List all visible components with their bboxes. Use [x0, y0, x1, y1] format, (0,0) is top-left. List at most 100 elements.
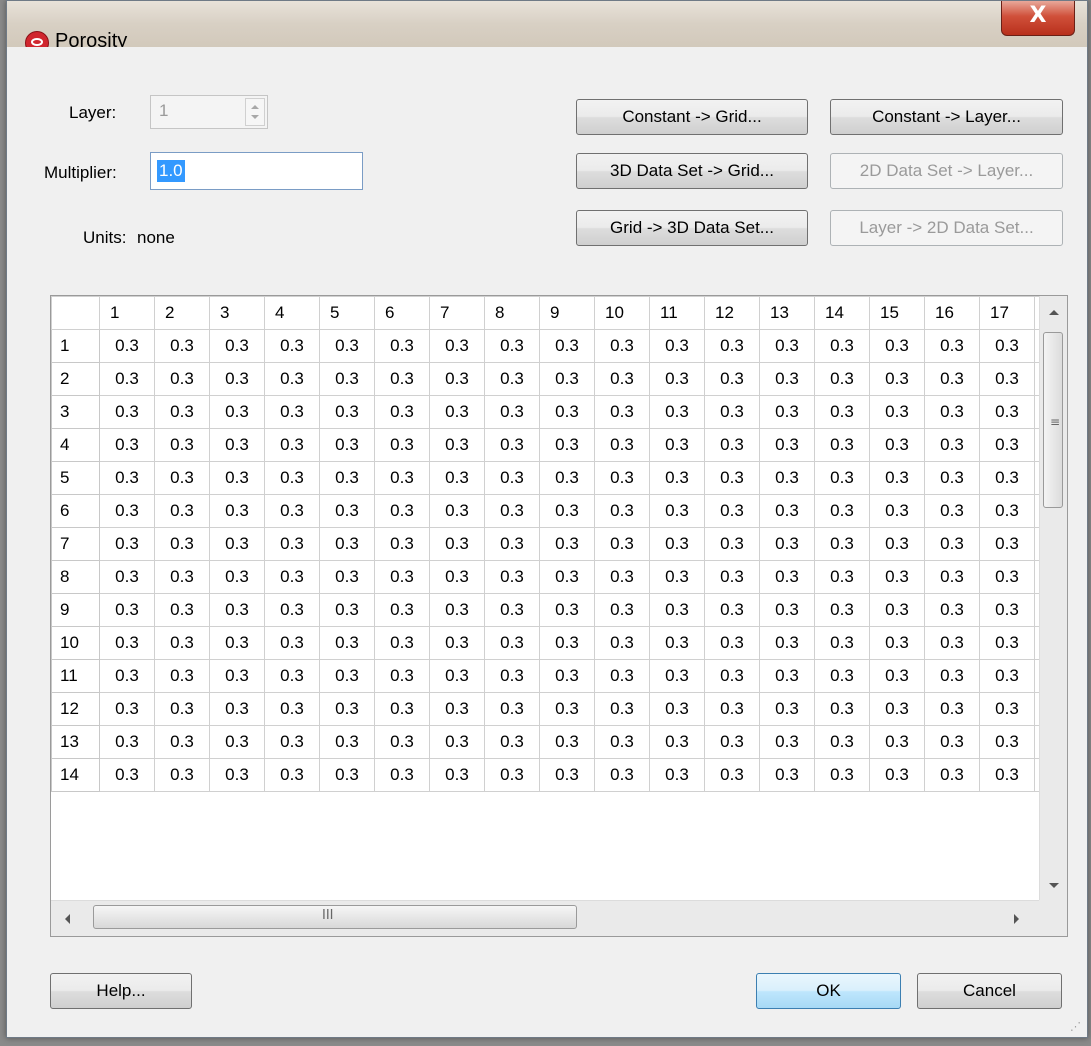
grid-cell[interactable]: 0.3 [209, 593, 265, 627]
grid-cell[interactable]: 0.3 [99, 494, 155, 528]
grid-cell[interactable]: 0.3 [374, 362, 430, 396]
grid-cell[interactable]: 0.3 [979, 527, 1035, 561]
grid-cell[interactable]: 0.3 [484, 560, 540, 594]
grid-cell[interactable]: 0.3 [264, 692, 320, 726]
grid-cell[interactable]: 0.3 [539, 362, 595, 396]
scroll-down-icon[interactable] [1049, 883, 1059, 888]
grid-cell[interactable]: 0.3 [924, 692, 980, 726]
grid-cell[interactable]: 0.3 [429, 494, 485, 528]
grid-cell[interactable]: 0.3 [374, 626, 430, 660]
column-header[interactable]: 4 [264, 296, 320, 330]
grid-table[interactable]: 12345678910111213141516171810.30.30.30.3… [51, 296, 1063, 792]
grid-cell[interactable]: 0.3 [649, 428, 705, 462]
grid-cell[interactable]: 0.3 [374, 758, 430, 792]
grid-cell[interactable]: 0.3 [319, 659, 375, 693]
grid-cell[interactable]: 0.3 [319, 692, 375, 726]
grid-cell[interactable]: 0.3 [704, 593, 760, 627]
grid-cell[interactable]: 0.3 [594, 494, 650, 528]
grid-cell[interactable]: 0.3 [759, 527, 815, 561]
row-header[interactable]: 12 [51, 692, 100, 726]
help-button[interactable]: Help... [50, 973, 192, 1009]
grid-cell[interactable]: 0.3 [264, 725, 320, 759]
grid-cell[interactable]: 0.3 [209, 428, 265, 462]
grid-cell[interactable]: 0.3 [209, 560, 265, 594]
grid-cell[interactable]: 0.3 [594, 527, 650, 561]
grid-cell[interactable]: 0.3 [704, 560, 760, 594]
horizontal-scrollbar[interactable]: III [51, 900, 1041, 936]
grid-cell[interactable]: 0.3 [484, 329, 540, 363]
grid-cell[interactable]: 0.3 [704, 329, 760, 363]
grid-cell[interactable]: 0.3 [594, 362, 650, 396]
row-header[interactable]: 6 [51, 494, 100, 528]
grid-cell[interactable]: 0.3 [594, 461, 650, 495]
grid-cell[interactable]: 0.3 [924, 593, 980, 627]
row-header[interactable]: 2 [51, 362, 100, 396]
grid-cell[interactable]: 0.3 [869, 626, 925, 660]
grid-cell[interactable]: 0.3 [374, 461, 430, 495]
grid-cell[interactable]: 0.3 [429, 659, 485, 693]
grid-cell[interactable]: 0.3 [429, 725, 485, 759]
grid-cell[interactable]: 0.3 [594, 659, 650, 693]
layer-to-2d-dataset-button[interactable]: Layer -> 2D Data Set... [830, 210, 1063, 246]
grid-cell[interactable]: 0.3 [319, 560, 375, 594]
grid-cell[interactable]: 0.3 [319, 626, 375, 660]
grid-cell[interactable]: 0.3 [319, 395, 375, 429]
grid-cell[interactable]: 0.3 [594, 725, 650, 759]
grid-cell[interactable]: 0.3 [649, 362, 705, 396]
grid-cell[interactable]: 0.3 [759, 329, 815, 363]
column-header[interactable]: 6 [374, 296, 430, 330]
grid-cell[interactable]: 0.3 [154, 428, 210, 462]
grid-cell[interactable]: 0.3 [264, 362, 320, 396]
grid-cell[interactable]: 0.3 [979, 428, 1035, 462]
grid-cell[interactable]: 0.3 [209, 659, 265, 693]
constant-to-grid-button[interactable]: Constant -> Grid... [576, 99, 808, 135]
grid-cell[interactable]: 0.3 [484, 362, 540, 396]
grid-cell[interactable]: 0.3 [209, 626, 265, 660]
grid-cell[interactable]: 0.3 [869, 494, 925, 528]
grid-cell[interactable]: 0.3 [99, 659, 155, 693]
grid-cell[interactable]: 0.3 [209, 362, 265, 396]
grid-cell[interactable]: 0.3 [374, 527, 430, 561]
grid-cell[interactable]: 0.3 [154, 659, 210, 693]
grid-cell[interactable]: 0.3 [814, 395, 870, 429]
grid-cell[interactable]: 0.3 [319, 428, 375, 462]
grid-cell[interactable]: 0.3 [979, 758, 1035, 792]
grid-cell[interactable]: 0.3 [759, 362, 815, 396]
grid-cell[interactable]: 0.3 [484, 659, 540, 693]
grid-cell[interactable]: 0.3 [594, 428, 650, 462]
grid-cell[interactable]: 0.3 [814, 329, 870, 363]
grid-cell[interactable]: 0.3 [374, 395, 430, 429]
grid-cell[interactable]: 0.3 [759, 758, 815, 792]
grid-cell[interactable]: 0.3 [319, 593, 375, 627]
grid-cell[interactable]: 0.3 [759, 395, 815, 429]
grid-cell[interactable]: 0.3 [374, 329, 430, 363]
grid-cell[interactable]: 0.3 [814, 461, 870, 495]
grid-cell[interactable]: 0.3 [209, 527, 265, 561]
grid-cell[interactable]: 0.3 [979, 560, 1035, 594]
column-header[interactable]: 17 [979, 296, 1035, 330]
grid-cell[interactable]: 0.3 [539, 428, 595, 462]
grid-cell[interactable]: 0.3 [759, 692, 815, 726]
grid-cell[interactable]: 0.3 [594, 395, 650, 429]
grid-cell[interactable]: 0.3 [649, 329, 705, 363]
grid-cell[interactable]: 0.3 [539, 527, 595, 561]
grid-cell[interactable]: 0.3 [539, 659, 595, 693]
grid-cell[interactable]: 0.3 [154, 329, 210, 363]
grid-cell[interactable]: 0.3 [869, 527, 925, 561]
grid-cell[interactable]: 0.3 [319, 329, 375, 363]
grid-cell[interactable]: 0.3 [539, 593, 595, 627]
grid-cell[interactable]: 0.3 [924, 428, 980, 462]
grid-cell[interactable]: 0.3 [869, 758, 925, 792]
column-header[interactable]: 7 [429, 296, 485, 330]
grid-cell[interactable]: 0.3 [374, 692, 430, 726]
grid-cell[interactable]: 0.3 [924, 494, 980, 528]
grid-cell[interactable]: 0.3 [759, 626, 815, 660]
grid-cell[interactable]: 0.3 [594, 560, 650, 594]
layer-spinner-buttons[interactable] [245, 98, 265, 126]
scroll-right-icon[interactable] [1014, 914, 1019, 924]
grid-cell[interactable]: 0.3 [484, 494, 540, 528]
grid-cell[interactable]: 0.3 [539, 494, 595, 528]
grid-cell[interactable]: 0.3 [264, 527, 320, 561]
grid-cell[interactable]: 0.3 [649, 461, 705, 495]
grid-cell[interactable]: 0.3 [979, 692, 1035, 726]
